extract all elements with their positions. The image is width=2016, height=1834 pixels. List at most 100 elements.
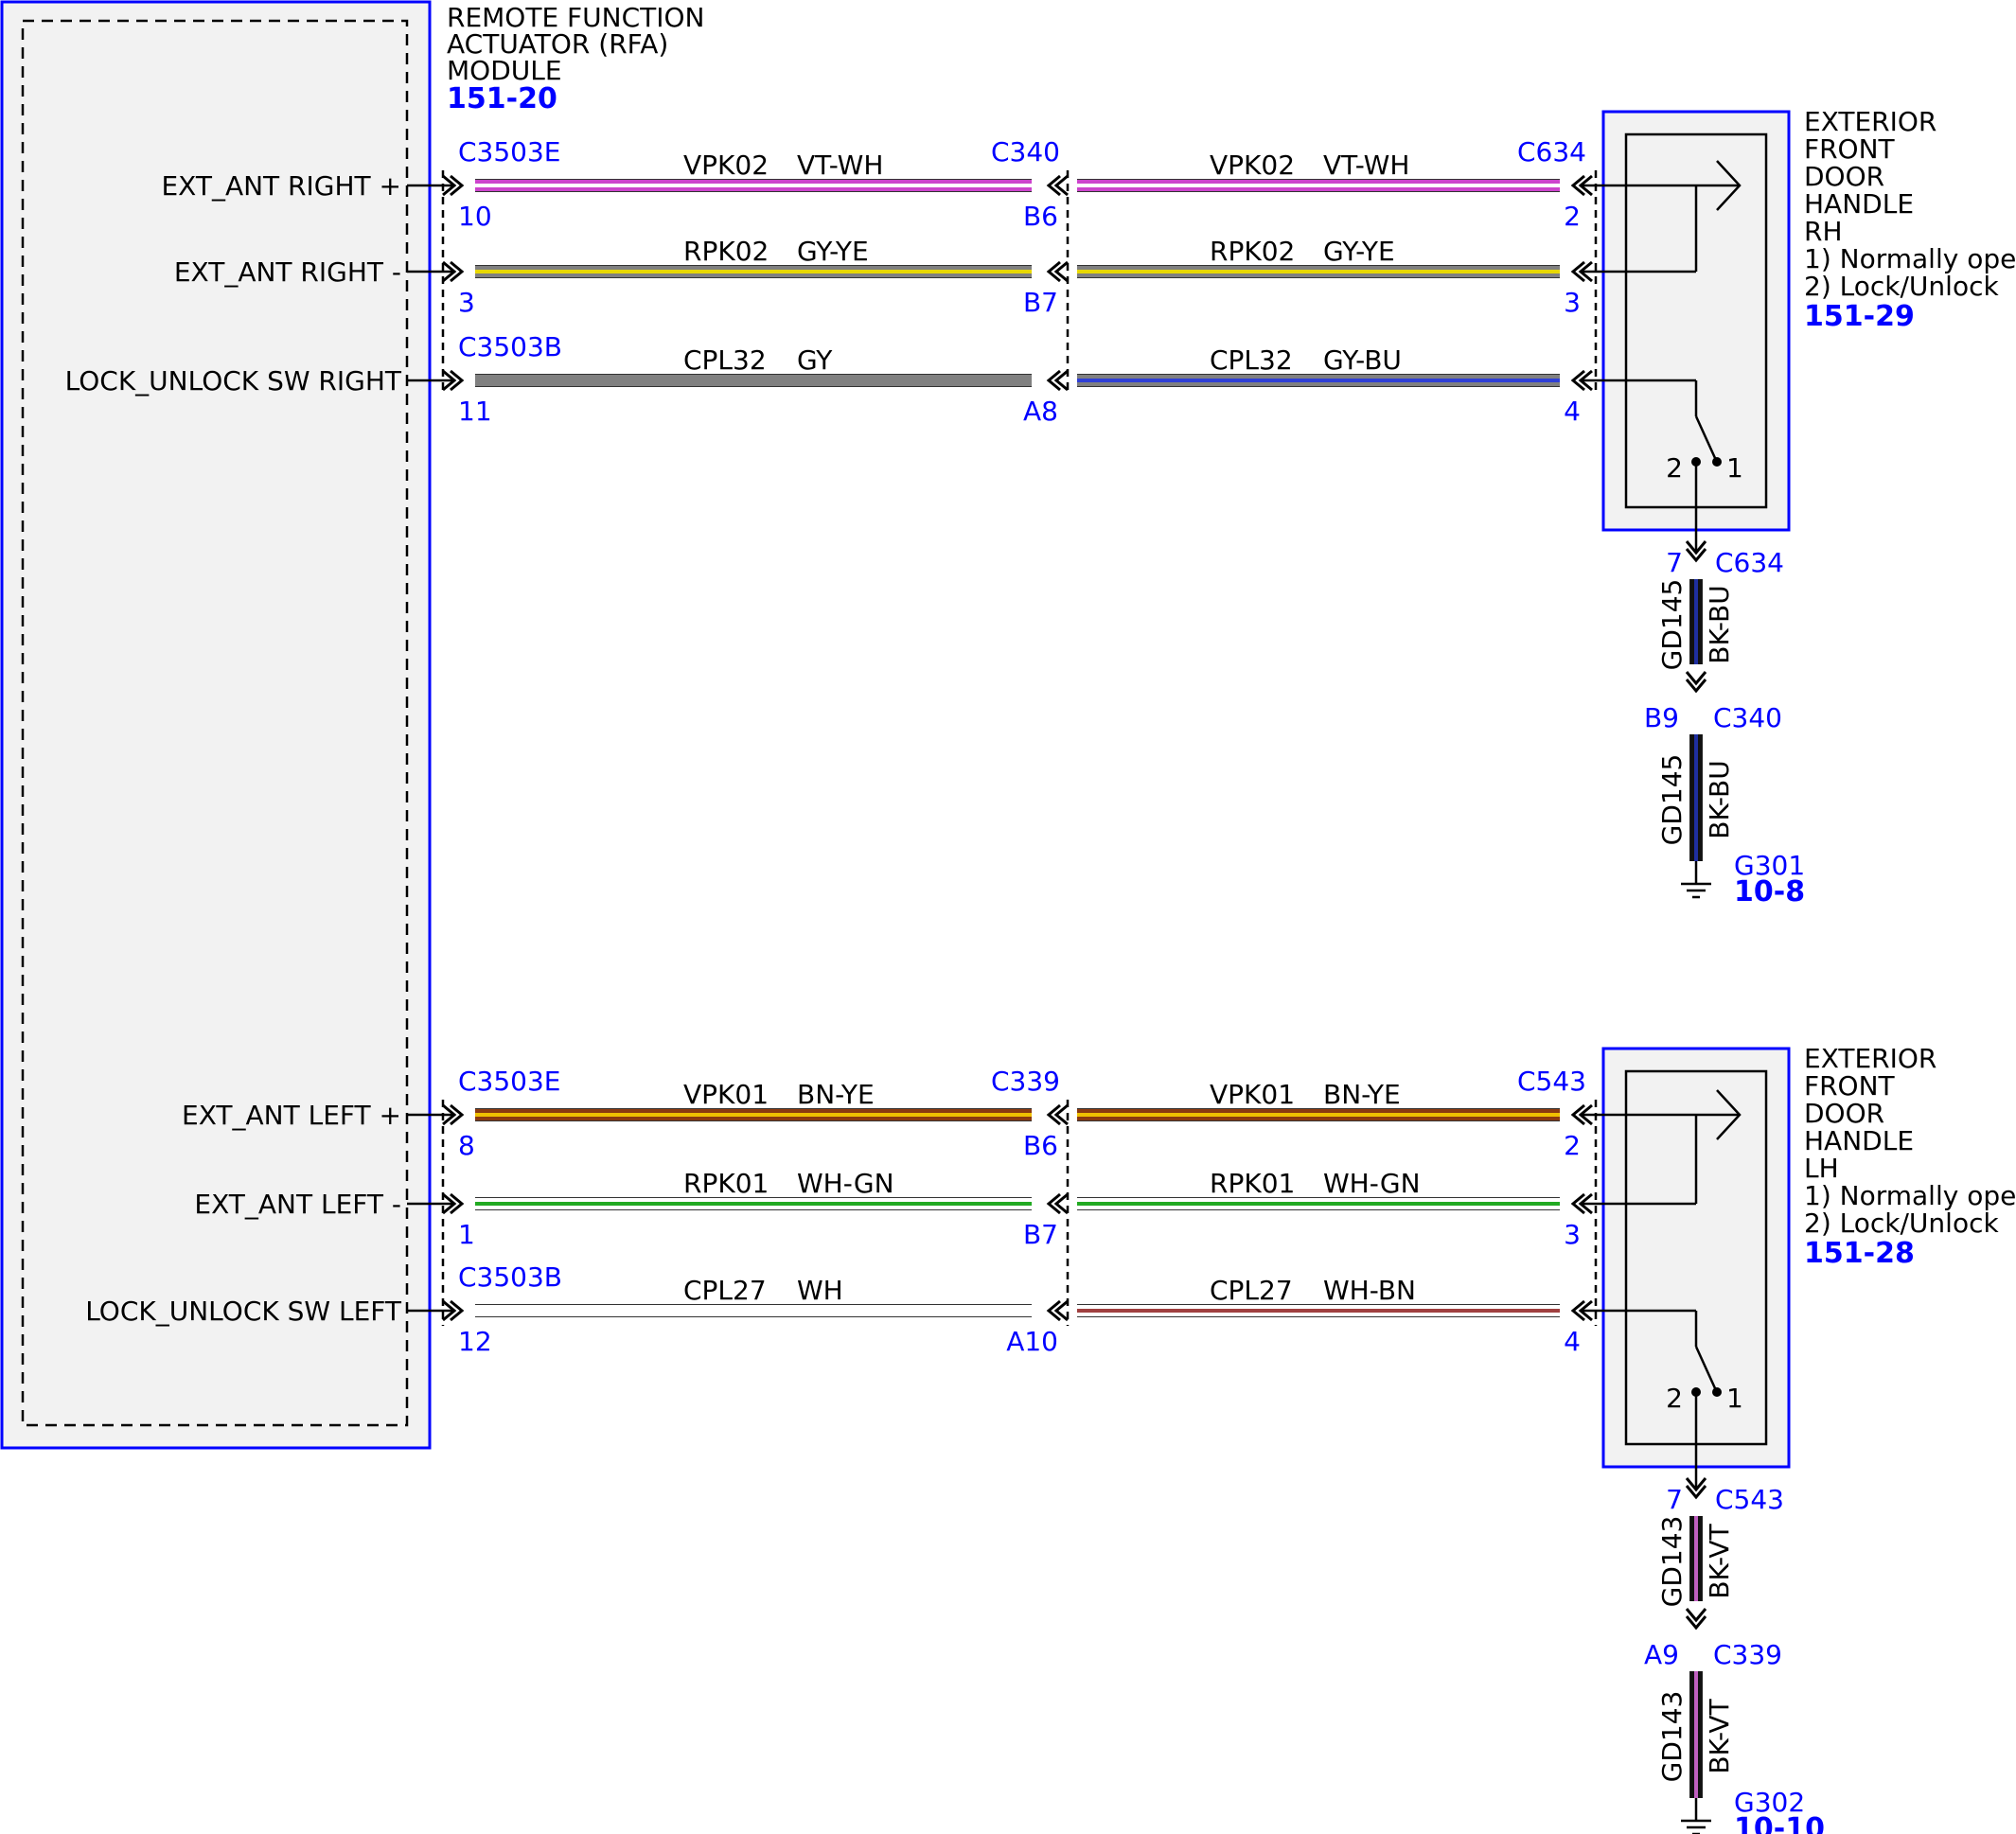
left-pin-number: 1 <box>458 1219 475 1250</box>
right-circuit-label: VPK01 <box>1210 1079 1295 1110</box>
left-circuit-label: CPL32 <box>683 344 767 376</box>
mid-connector-arrow <box>1046 369 1069 392</box>
wire-left-segment <box>475 265 1032 278</box>
ground-circuit-label-upper: GD143 <box>1656 1516 1688 1608</box>
wire-stripe-color <box>1694 1671 1698 1798</box>
ground-pin-2: A9 <box>1644 1639 1679 1670</box>
wire-stripe-color <box>475 1113 1032 1117</box>
wire-right-segment <box>1077 1304 1560 1317</box>
signal-label: LOCK_UNLOCK SW RIGHT <box>65 365 402 397</box>
left-wire-color-label: GY-YE <box>797 236 869 267</box>
right-wire-color-label: WH-BN <box>1323 1275 1416 1306</box>
mid-connector-arrow <box>1046 174 1069 197</box>
ground-circuit-label-upper: GD145 <box>1656 579 1688 671</box>
door-handle-title-line: 2) Lock/Unlock <box>1804 1208 1999 1239</box>
wire-stripe-color <box>1077 1113 1560 1117</box>
wiring-diagram: REMOTE FUNCTIONACTUATOR (RFA)MODULE151-2… <box>0 0 2016 1834</box>
signal-label: EXT_ANT RIGHT - <box>174 256 401 288</box>
wire-stripe-color <box>1077 184 1560 187</box>
mid-connector-arrow <box>1046 1103 1069 1126</box>
right-pin-number: 3 <box>1564 1219 1581 1250</box>
mid-connector-arrow <box>1046 1192 1069 1215</box>
signal-label: LOCK_UNLOCK SW LEFT <box>85 1296 402 1327</box>
switch-pin-right: 1 <box>1726 1383 1743 1414</box>
left-wire-color-label: VT-WH <box>797 150 883 181</box>
ground-wire-color-label-upper: BK-BU <box>1704 585 1735 663</box>
ground-wire-lower <box>1689 734 1703 861</box>
wire-stripe-color <box>1694 1516 1698 1601</box>
ground-connector-2: C340 <box>1713 702 1782 733</box>
signal-label: EXT_ANT RIGHT + <box>161 170 401 202</box>
ground-connector-1: C543 <box>1715 1484 1784 1515</box>
mid-pin-number: A8 <box>1023 396 1058 427</box>
ground-circuit-label-lower: GD145 <box>1656 754 1688 846</box>
left-pin-number: 10 <box>458 201 492 232</box>
mid-connector-id: C340 <box>991 136 1060 168</box>
mid-pin-number: B7 <box>1023 1219 1058 1250</box>
ground-connector-2: C339 <box>1713 1639 1782 1670</box>
right-circuit-label: CPL27 <box>1210 1275 1293 1306</box>
switch-contact <box>1712 1387 1722 1397</box>
switch-pin-left: 2 <box>1666 1383 1683 1414</box>
left-pin-number: 3 <box>458 287 475 318</box>
module-ref: 151-20 <box>447 82 557 115</box>
wire-left-segment <box>475 374 1032 387</box>
right-wire-color-label: BN-YE <box>1323 1079 1401 1110</box>
switch-pin-left: 2 <box>1666 452 1683 484</box>
right-circuit-label: RPK01 <box>1210 1168 1295 1199</box>
left-pin-number: 12 <box>458 1326 492 1357</box>
switch-pin-right: 1 <box>1726 452 1743 484</box>
ground-ref: 10-8 <box>1734 875 1805 908</box>
wire-stripe-color <box>1077 1309 1560 1313</box>
mid-pin-number: B6 <box>1023 201 1058 232</box>
wire-stripe-color <box>1077 1202 1560 1206</box>
left-pin-number: 8 <box>458 1130 475 1161</box>
right-circuit-label: VPK02 <box>1210 150 1295 181</box>
left-circuit-label: VPK02 <box>683 150 769 181</box>
door-handle-title-line: 2) Lock/Unlock <box>1804 271 1999 302</box>
ground-connector-arrow <box>1685 671 1707 694</box>
ground-ref: 10-10 <box>1734 1812 1825 1834</box>
right-pin-number: 4 <box>1564 1326 1581 1357</box>
right-pin-number: 3 <box>1564 287 1581 318</box>
right-pin-number: 2 <box>1564 201 1581 232</box>
wire-stripe-color <box>475 379 1032 382</box>
wire-left-segment <box>475 1304 1032 1317</box>
left-wire-color-label: GY <box>797 344 833 376</box>
signal-label: EXT_ANT LEFT - <box>194 1189 401 1220</box>
left-connector-id: C3503B <box>458 331 562 362</box>
right-circuit-label: RPK02 <box>1210 236 1295 267</box>
wire-stripe-color <box>475 1309 1032 1313</box>
right-connector-id: C634 <box>1517 136 1586 168</box>
wire-stripe-color <box>1694 734 1698 861</box>
left-circuit-label: RPK01 <box>683 1168 769 1199</box>
ground-connector-arrow <box>1685 1608 1707 1631</box>
right-pin-number: 2 <box>1564 1130 1581 1161</box>
left-wire-color-label: BN-YE <box>797 1079 875 1110</box>
wire-left-segment <box>475 1197 1032 1210</box>
mid-connector-arrow <box>1046 1299 1069 1322</box>
wire-stripe-color <box>475 184 1032 187</box>
wire-right-segment <box>1077 374 1560 387</box>
mid-pin-number: B6 <box>1023 1130 1058 1161</box>
right-circuit-label: CPL32 <box>1210 344 1293 376</box>
left-circuit-label: VPK01 <box>683 1079 769 1110</box>
door-handle-ref: 151-29 <box>1804 300 1915 333</box>
wire-right-segment <box>1077 1197 1560 1210</box>
wire-stripe-color <box>475 270 1032 273</box>
ground-pin-1: 7 <box>1666 1484 1683 1515</box>
right-connector-id: C543 <box>1517 1066 1586 1097</box>
wire-left-segment <box>475 179 1032 192</box>
left-circuit-label: CPL27 <box>683 1275 767 1306</box>
switch-contact <box>1712 457 1722 467</box>
door-handle-ref: 151-28 <box>1804 1237 1915 1270</box>
ground-wire-upper <box>1689 1516 1703 1601</box>
ground-wire-color-label-lower: BK-VT <box>1704 1698 1735 1773</box>
ground-pin-2: B9 <box>1644 702 1679 733</box>
left-circuit-label: RPK02 <box>683 236 769 267</box>
left-pin-number: 11 <box>458 396 492 427</box>
mid-connector-arrow <box>1046 260 1069 283</box>
left-wire-color-label: WH <box>797 1275 843 1306</box>
right-wire-color-label: GY-YE <box>1323 236 1395 267</box>
ground-wire-lower <box>1689 1671 1703 1798</box>
